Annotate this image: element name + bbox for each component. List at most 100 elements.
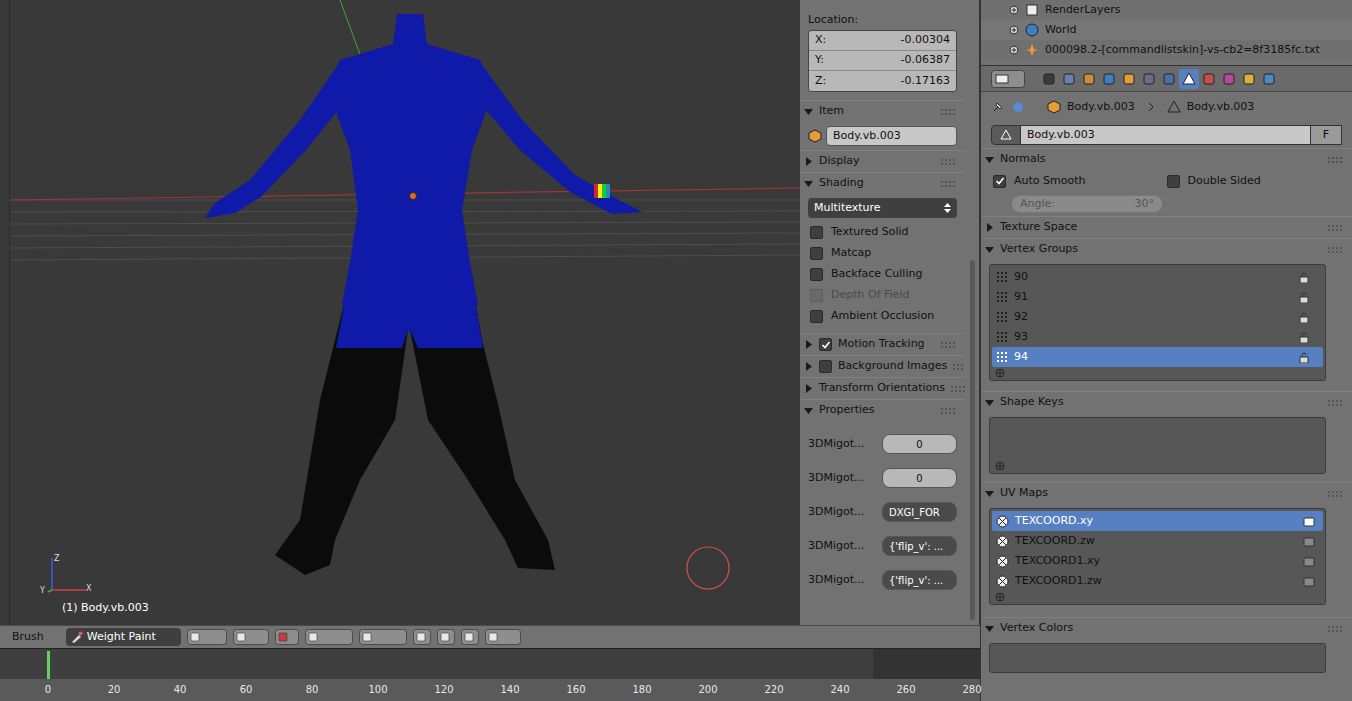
disclosure-triangle-icon[interactable] [804, 384, 813, 393]
tool-shelf-edge[interactable] [0, 0, 10, 625]
drag-grip-icon[interactable] [941, 181, 957, 187]
fake-user-button[interactable]: F [1310, 125, 1342, 145]
shading-option[interactable]: Matcap [800, 243, 965, 264]
vertex-group-row[interactable]: 92 [992, 307, 1323, 327]
lock-icon[interactable] [1299, 312, 1309, 323]
checkbox[interactable] [810, 289, 823, 302]
render-camera-icon[interactable] [1303, 536, 1315, 547]
filter-options-icon[interactable] [995, 368, 1005, 378]
panel-header[interactable]: UV Maps [981, 482, 1352, 504]
editor-type-icon[interactable] [991, 70, 1025, 88]
disclosure-triangle-icon[interactable] [985, 223, 994, 232]
list-box[interactable]: TEXCOORD.xyTEXCOORD.zwTEXCOORD1.xyTEXCOO… [989, 508, 1326, 605]
viewport[interactable]: ZYX(1) Body.vb.003 [10, 0, 800, 625]
shading-option[interactable]: Backface Culling [800, 264, 965, 285]
timeline[interactable]: 020406080100120140160180200220240260280 [0, 648, 980, 701]
header-button-icon[interactable] [359, 629, 407, 645]
header-button-icon[interactable] [437, 629, 455, 645]
checkbox[interactable] [1167, 175, 1180, 188]
disclosure-triangle-icon[interactable] [985, 398, 994, 407]
header-button-icon[interactable] [413, 629, 431, 645]
render-camera-icon[interactable] [1303, 556, 1315, 567]
disclosure-triangle-icon[interactable] [804, 340, 813, 349]
disclosure-triangle-icon[interactable] [804, 157, 813, 166]
shading-option[interactable]: Textured Solid [800, 222, 965, 243]
data-tab[interactable] [1179, 69, 1199, 89]
panel-header[interactable]: Shading [800, 172, 965, 194]
checkbox[interactable] [819, 360, 832, 373]
drag-grip-icon[interactable] [951, 386, 965, 392]
drag-grip-icon[interactable] [953, 364, 965, 370]
disclosure-triangle-icon[interactable] [804, 406, 813, 415]
header-button-icon[interactable] [187, 629, 227, 645]
filter-options-icon[interactable] [995, 461, 1005, 471]
drag-grip-icon[interactable] [1328, 400, 1344, 406]
header-button-icon[interactable] [461, 629, 479, 645]
drag-grip-icon[interactable] [1328, 225, 1344, 231]
current-frame-line[interactable] [47, 651, 50, 679]
material-tab[interactable] [1199, 69, 1219, 89]
object-tab[interactable] [1119, 69, 1139, 89]
particles-tab[interactable] [1239, 69, 1259, 89]
drag-grip-icon[interactable] [1328, 157, 1344, 163]
panel-header[interactable]: Background Images [800, 355, 965, 377]
layers-tab[interactable] [1059, 69, 1079, 89]
panel-header[interactable]: Shape Keys [981, 391, 1352, 413]
drag-grip-icon[interactable] [941, 408, 957, 414]
pin-icon[interactable] [991, 100, 1005, 114]
expand-icon[interactable] [1009, 25, 1019, 35]
modifiers-tab[interactable] [1159, 69, 1179, 89]
n-panel-scrollbar[interactable] [965, 0, 980, 625]
datablock-browse[interactable] [991, 125, 1021, 145]
drag-grip-icon[interactable] [1328, 491, 1344, 497]
normals-option[interactable]: Auto Smooth [993, 173, 1167, 190]
render-camera-icon[interactable] [1303, 516, 1315, 527]
panel-header[interactable]: Item [800, 100, 965, 122]
shading-option[interactable]: Ambient Occlusion [800, 306, 965, 327]
property-value[interactable]: {'flip_v': ... [882, 570, 957, 590]
property-value[interactable]: DXGI_FOR [882, 502, 957, 522]
uv-map-row[interactable]: TEXCOORD.xy [992, 511, 1323, 531]
checkbox[interactable] [810, 268, 823, 281]
list-box[interactable]: 9091929394 [989, 264, 1326, 381]
panel-header[interactable]: Properties [800, 399, 965, 421]
panel-header[interactable]: Normals [981, 148, 1352, 170]
disclosure-triangle-icon[interactable] [804, 362, 813, 371]
drag-grip-icon[interactable] [941, 159, 957, 165]
normals-option[interactable]: Double Sided [1167, 173, 1341, 190]
angle-field[interactable]: Angle:30° [1011, 195, 1163, 213]
datablock-name-field[interactable]: Body.vb.003 [1021, 125, 1310, 145]
vertex-group-row[interactable]: 91 [992, 287, 1323, 307]
header-button-icon[interactable] [233, 629, 269, 645]
disclosure-triangle-icon[interactable] [985, 155, 994, 164]
checkbox[interactable] [810, 226, 823, 239]
panel-header[interactable]: Texture Space [981, 216, 1352, 238]
constraints-tab[interactable] [1139, 69, 1159, 89]
outliner-row[interactable]: World [981, 20, 1352, 40]
checkbox[interactable] [810, 247, 823, 260]
render-tab[interactable] [1039, 69, 1059, 89]
disclosure-triangle-icon[interactable] [804, 107, 813, 116]
outliner-row[interactable]: 000098.2-[commandlistskin]-vs-cb2=8f3185… [981, 40, 1352, 60]
scene-tab[interactable] [1079, 69, 1099, 89]
object-name-field[interactable]: Body.vb.003 [826, 126, 957, 146]
header-button-icon[interactable] [275, 629, 299, 645]
panel-header[interactable]: Transform Orientations [800, 377, 965, 399]
outliner-row[interactable]: RenderLayers [981, 0, 1352, 20]
number-field[interactable]: X:-0.00304 [809, 31, 956, 51]
timeline-track[interactable] [0, 649, 980, 679]
header-button-icon[interactable] [485, 629, 521, 645]
lock-icon[interactable] [1299, 332, 1309, 343]
property-value[interactable]: {'flip_v': ... [882, 536, 957, 556]
uv-map-row[interactable]: TEXCOORD1.zw [992, 571, 1323, 591]
vertex-group-row[interactable]: 90 [992, 267, 1323, 287]
drag-grip-icon[interactable] [941, 109, 957, 115]
disclosure-triangle-icon[interactable] [985, 245, 994, 254]
expand-icon[interactable] [1009, 45, 1019, 55]
checkbox[interactable] [819, 338, 832, 351]
world-tab[interactable] [1099, 69, 1119, 89]
physics-tab[interactable] [1259, 69, 1279, 89]
uv-map-row[interactable]: TEXCOORD1.xy [992, 551, 1323, 571]
uv-map-row[interactable]: TEXCOORD.zw [992, 531, 1323, 551]
list-box[interactable] [989, 417, 1326, 474]
